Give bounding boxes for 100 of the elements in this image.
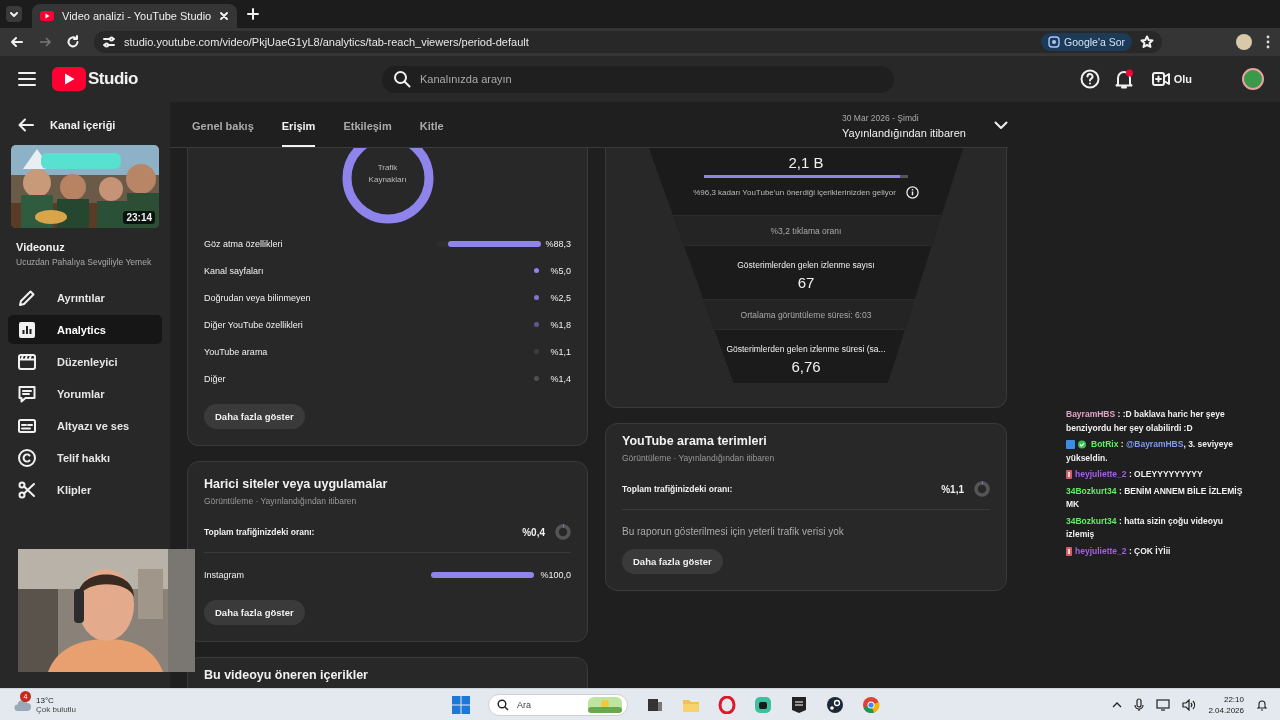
card-subtitle: Görüntüleme · Yayınlandığından itibaren	[622, 453, 776, 463]
search-icon	[393, 69, 411, 88]
metric-label: Gösterimlerden gelen izlenme süresi (sa...	[726, 344, 886, 354]
lens-icon	[1048, 36, 1061, 48]
show-more-button[interactable]: Daha fazla göster	[204, 404, 305, 429]
metric-value: 67	[797, 274, 815, 291]
share-label: Toplam trafiğinizdeki oranı:	[622, 484, 733, 494]
logo-text[interactable]: Studio	[88, 69, 138, 89]
info-icon[interactable]	[905, 186, 919, 199]
source-label: Göz atma özellikleri	[204, 238, 284, 249]
profile-avatar[interactable]	[1236, 34, 1252, 50]
browser-tab[interactable]: Video analizi - YouTube Studio	[32, 4, 238, 28]
sidebar-item[interactable]: Düzenleyici	[8, 347, 162, 376]
back-icon[interactable]	[10, 35, 24, 49]
bookmark-star-icon[interactable]	[1140, 35, 1154, 49]
forward-icon[interactable]	[38, 35, 52, 49]
empty-message: Bu raporun gösterilmesi için yeterli trafik verisi yok	[622, 526, 845, 537]
chat-app-icon[interactable]	[754, 695, 772, 714]
metric-label: Gösterimlerden gelen izlenme sayısı	[737, 260, 875, 270]
card-subtitle: Görüntüleme · Yayınlandığından itibaren	[204, 496, 358, 506]
chevron-down-icon	[994, 121, 1008, 130]
share-donut-icon	[555, 524, 571, 540]
new-tab-icon[interactable]	[247, 8, 260, 20]
tab[interactable]: Kitle	[419, 102, 444, 147]
show-more-button[interactable]: Daha fazla göster	[204, 600, 305, 625]
microphone-icon[interactable]	[1134, 697, 1145, 712]
steam-icon[interactable]	[826, 695, 844, 714]
sidebar-item[interactable]: Ayrıntılar	[8, 283, 162, 312]
card-title: Bu videoyu öneren içerikler	[204, 668, 369, 682]
windows-start-icon[interactable]	[452, 695, 470, 714]
share-value: %1,1	[941, 483, 964, 495]
tab[interactable]: Etkileşim	[343, 102, 392, 147]
chrome-icon[interactable]	[862, 695, 880, 714]
date-range-picker[interactable]: 30 Mar 2026 - Şimdi Yayınlandığından itibaren	[842, 102, 1008, 147]
help-icon[interactable]	[1079, 69, 1100, 89]
video-camera-icon	[1151, 72, 1170, 86]
percent-value: %1,1	[549, 346, 571, 357]
search-field[interactable]: Kanalınızda arayın	[382, 65, 894, 93]
back-arrow-icon[interactable]	[18, 117, 34, 132]
video-title: Videonuz	[16, 241, 66, 253]
search-icon	[497, 698, 509, 711]
create-button[interactable]: Olu	[1147, 72, 1228, 86]
subscriber-badge-icon	[1066, 546, 1072, 556]
chevron-up-icon[interactable]	[1112, 701, 1123, 708]
chat-message: heyjuliette_2 : OLEYYYYYYYYY	[1066, 468, 1246, 482]
source-label: Diğer YouTube özellikleri	[204, 319, 304, 330]
chat-message: BotRix : @BayramHBS, 3. seviyeye yükseldin.	[1066, 438, 1235, 465]
bar-chart-icon	[17, 319, 37, 340]
clock[interactable]: 22:10 2.04.2026	[1208, 693, 1244, 716]
sidebar-item[interactable]: Klipler	[8, 475, 162, 504]
url-text: studio.youtube.com/video/PkjUaeG1yL8/analytics/tab-reach_viewers/period-default	[124, 36, 529, 48]
tab[interactable]: Genel bakış	[192, 102, 254, 147]
more-icon[interactable]	[1266, 35, 1270, 49]
chat-message: 34Bozkurt34 : hatta sizin çoğu videoyu izlemiş	[1066, 514, 1224, 541]
notifications-icon[interactable]	[1256, 698, 1268, 711]
metric-value: 6,76	[791, 358, 821, 375]
ask-google-button[interactable]: Google'a Sor	[1041, 33, 1132, 51]
comment-icon	[17, 383, 37, 404]
address-field[interactable]: studio.youtube.com/video/PkjUaeG1yL8/analytics/tab-reach_viewers/period-default Google'a Sor	[94, 31, 1162, 53]
site-info-icon	[102, 35, 116, 49]
youtube-logo-icon[interactable]	[52, 67, 86, 91]
video-subtitle: Ucuzdan Pahalıya Sevgiliyle Yemek	[16, 257, 153, 267]
chat-message: BayramHBS : :D baklava haric her şeye benziyordu her şey olabilirdi :D	[1066, 408, 1226, 435]
chat-message: heyjuliette_2 : ÇOK İYİii	[1066, 544, 1246, 558]
percent-value: %100,0	[539, 569, 571, 580]
menu-icon[interactable]	[18, 72, 36, 86]
sidebar-item[interactable]: Analytics	[8, 315, 162, 344]
card-title: YouTube arama terimleri	[622, 434, 768, 448]
percent-value: %1,8	[549, 319, 571, 330]
back-link[interactable]: Kanal içeriği	[50, 118, 116, 131]
channel-avatar[interactable]	[1242, 68, 1264, 90]
show-more-button[interactable]: Daha fazla göster	[622, 549, 723, 574]
percent-value: %5,0	[549, 265, 571, 276]
share-value: %0,4	[522, 526, 545, 538]
source-label: Doğrudan veya bilinmeyen	[204, 292, 312, 303]
sidebar-item[interactable]: Telif hakkı	[8, 443, 162, 472]
pencil-icon	[17, 287, 37, 308]
card-title: Harici siteler veya uygulamalar	[204, 477, 389, 491]
ctr-text: %3,2 tıklama oranı	[770, 225, 842, 236]
duration-badge: 23:14	[123, 211, 155, 224]
reload-icon[interactable]	[66, 35, 80, 49]
duration-text: Ortalama görüntüleme süresi: 6:03	[740, 309, 872, 320]
percent-value: %1,4	[549, 373, 571, 384]
source-label: Diğer	[204, 373, 227, 384]
chat-message: 34Bozkurt34 : BENİM ANNEM BİLE İZLEMİŞ MK	[1066, 484, 1244, 511]
impressions-value: 2,1 B	[788, 154, 824, 171]
source-label: Instagram	[204, 569, 246, 580]
epic-games-icon[interactable]	[790, 695, 808, 714]
close-icon[interactable]	[219, 11, 230, 21]
notification-bell-icon[interactable]	[1113, 69, 1134, 89]
speaker-icon[interactable]	[1182, 698, 1197, 711]
percent-value: %2,5	[549, 292, 571, 303]
tab-list-icon[interactable]	[6, 6, 22, 22]
sidebar-item[interactable]: Altyazı ve ses	[8, 411, 162, 440]
tab-title: Video analizi - YouTube Studio	[62, 10, 212, 22]
donut-label: Trafik Kaynakları	[367, 162, 408, 186]
opera-icon[interactable]	[718, 695, 736, 714]
share-label: Toplam trafiğinizdeki oranı:	[204, 527, 315, 537]
sidebar-item[interactable]: Yorumlar	[8, 379, 162, 408]
subscriber-badge-icon	[1066, 470, 1072, 480]
